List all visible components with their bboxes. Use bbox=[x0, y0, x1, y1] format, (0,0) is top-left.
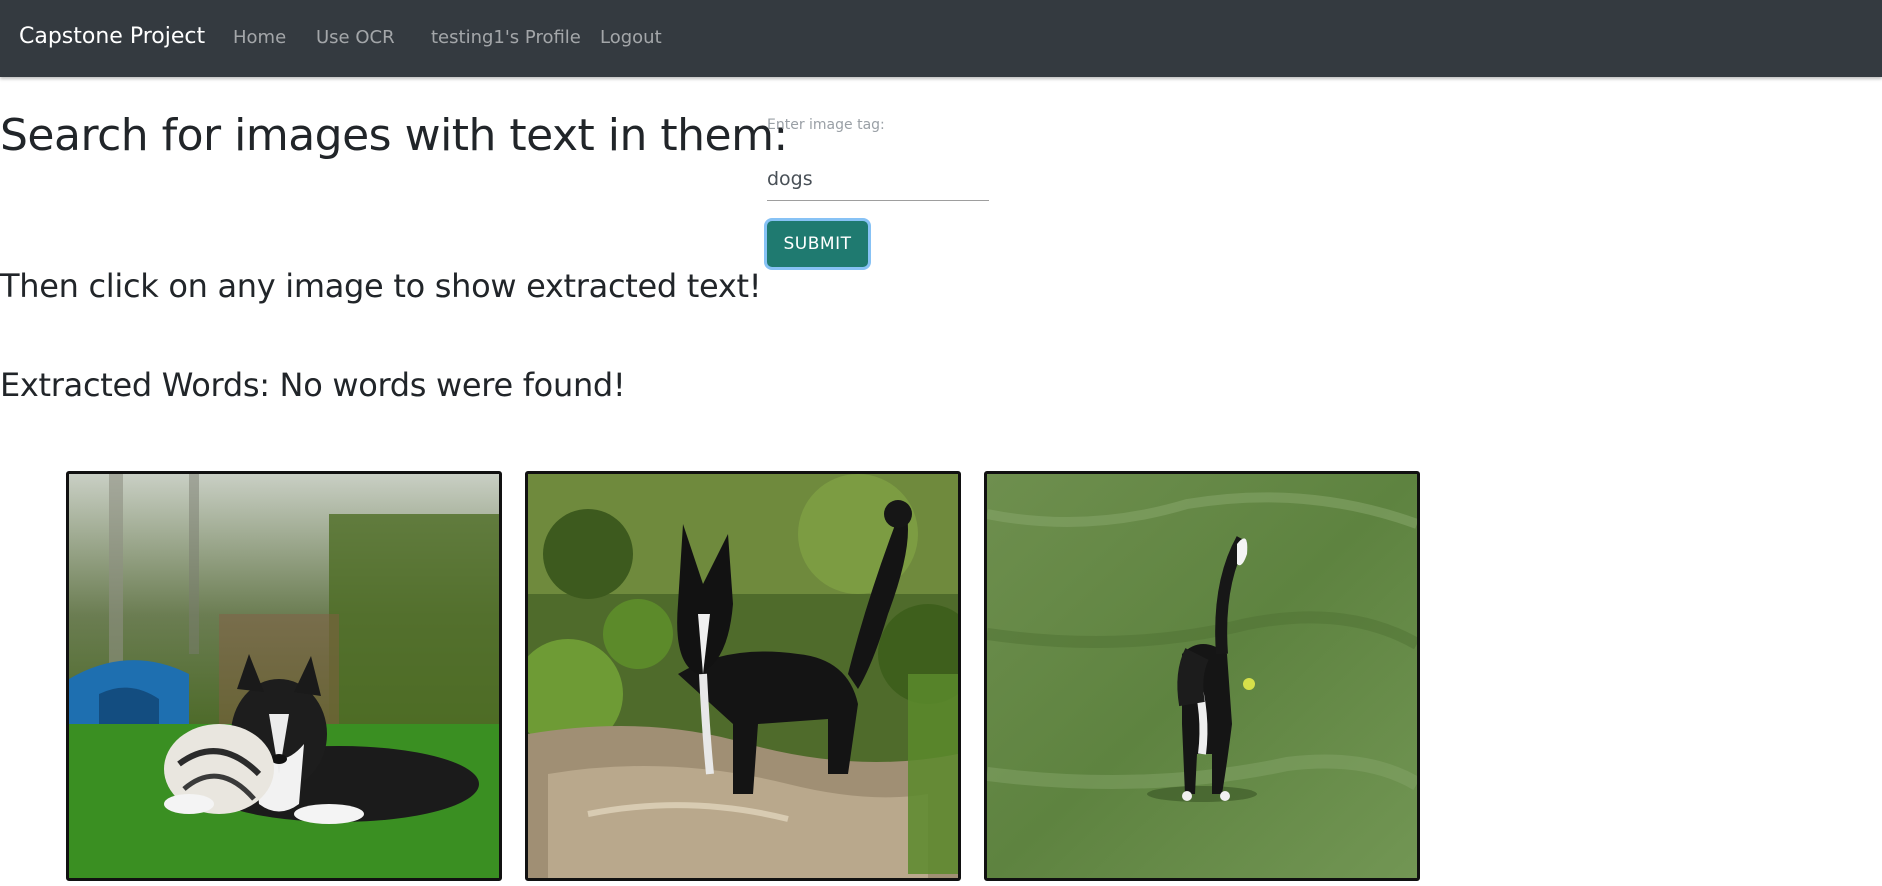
brand-link[interactable]: Capstone Project bbox=[19, 24, 205, 49]
nav-use-ocr-link[interactable]: Use OCR bbox=[316, 27, 395, 48]
image-tag-label: Enter image tag: bbox=[767, 117, 885, 133]
top-navbar: Capstone Project Home Use OCR testing1's… bbox=[0, 0, 1882, 77]
submit-button[interactable]: SUBMIT bbox=[767, 221, 868, 267]
instructions-text: Then click on any image to show extracte… bbox=[0, 267, 762, 305]
nav-logout-link[interactable]: Logout bbox=[600, 27, 662, 48]
gallery-image-2[interactable] bbox=[525, 471, 961, 881]
dog-photo-2 bbox=[528, 474, 958, 878]
page-title: Search for images with text in them: bbox=[0, 110, 788, 161]
gallery-image-1[interactable] bbox=[66, 471, 502, 881]
dog-photo-3 bbox=[987, 474, 1417, 878]
nav-home-link[interactable]: Home bbox=[233, 27, 286, 48]
image-tag-input[interactable] bbox=[767, 157, 989, 201]
nav-profile-link[interactable]: testing1's Profile bbox=[431, 27, 581, 48]
gallery-image-3[interactable] bbox=[984, 471, 1420, 881]
extracted-words-text: Extracted Words: No words were found! bbox=[0, 366, 626, 404]
dog-photo-1 bbox=[69, 474, 499, 878]
